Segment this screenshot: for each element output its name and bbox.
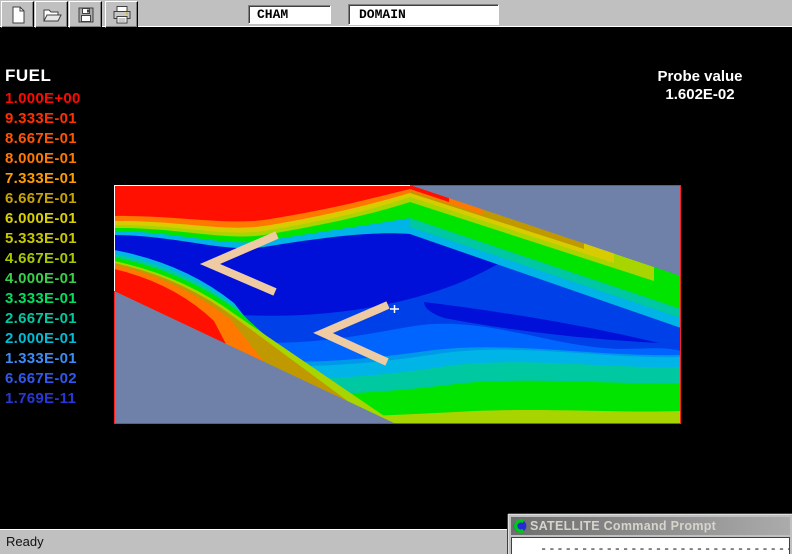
satellite-command-prompt-window[interactable]: SATELLITE Command Prompt ---------------… [508, 514, 792, 554]
legend-item: 1.333E-01 [5, 349, 81, 369]
domain-field-value: DOMAIN [359, 7, 406, 22]
domain-field[interactable]: DOMAIN [348, 4, 499, 25]
open-file-button[interactable] [35, 1, 68, 28]
legend-item: 8.000E-01 [5, 149, 81, 169]
open-folder-icon [42, 5, 62, 25]
legend-item: 8.667E-01 [5, 129, 81, 149]
legend-item: 9.333E-01 [5, 109, 81, 129]
contour-plot-svg [114, 185, 681, 424]
print-button[interactable] [105, 1, 138, 28]
command-output-line: ----------------------------------------… [540, 542, 789, 554]
legend-item: 2.667E-01 [5, 309, 81, 329]
legend-variable-title: FUEL [5, 66, 81, 86]
command-prompt-output[interactable]: ----------------------------------------… [511, 537, 790, 554]
graphics-canvas[interactable]: FUEL 1.000E+009.333E-018.667E-018.000E-0… [0, 28, 792, 529]
legend-item: 3.333E-01 [5, 289, 81, 309]
legend-item: 2.000E-01 [5, 329, 81, 349]
legend-item: 6.667E-01 [5, 189, 81, 209]
satellite-icon [513, 519, 527, 533]
window-title: SATELLITE Command Prompt [530, 519, 716, 533]
window-title-bar[interactable]: SATELLITE Command Prompt [511, 517, 790, 535]
legend-item: 5.333E-01 [5, 229, 81, 249]
probe-label: Probe value [610, 68, 790, 86]
legend-items: 1.000E+009.333E-018.667E-018.000E-017.33… [5, 89, 81, 409]
contour-plot[interactable] [114, 185, 681, 424]
print-icon [112, 5, 132, 25]
save-floppy-icon [76, 5, 96, 25]
legend-item: 7.333E-01 [5, 169, 81, 189]
legend-item: 1.769E-11 [5, 389, 81, 409]
contour-legend: FUEL 1.000E+009.333E-018.667E-018.000E-0… [5, 66, 81, 409]
legend-item: 4.667E-01 [5, 249, 81, 269]
legend-item: 6.000E-01 [5, 209, 81, 229]
status-text: Ready [6, 534, 44, 549]
save-file-button[interactable] [69, 1, 102, 28]
probe-value: 1.602E-02 [610, 86, 790, 104]
legend-item: 1.000E+00 [5, 89, 81, 109]
cham-field[interactable]: CHAM [248, 5, 331, 24]
new-file-button[interactable] [1, 1, 34, 28]
new-document-icon [8, 5, 28, 25]
legend-item: 4.000E-01 [5, 269, 81, 289]
cham-field-value: CHAM [257, 7, 288, 22]
legend-item: 6.667E-02 [5, 369, 81, 389]
probe-readout: Probe value 1.602E-02 [610, 68, 790, 104]
toolbar: CHAM DOMAIN [0, 0, 792, 27]
